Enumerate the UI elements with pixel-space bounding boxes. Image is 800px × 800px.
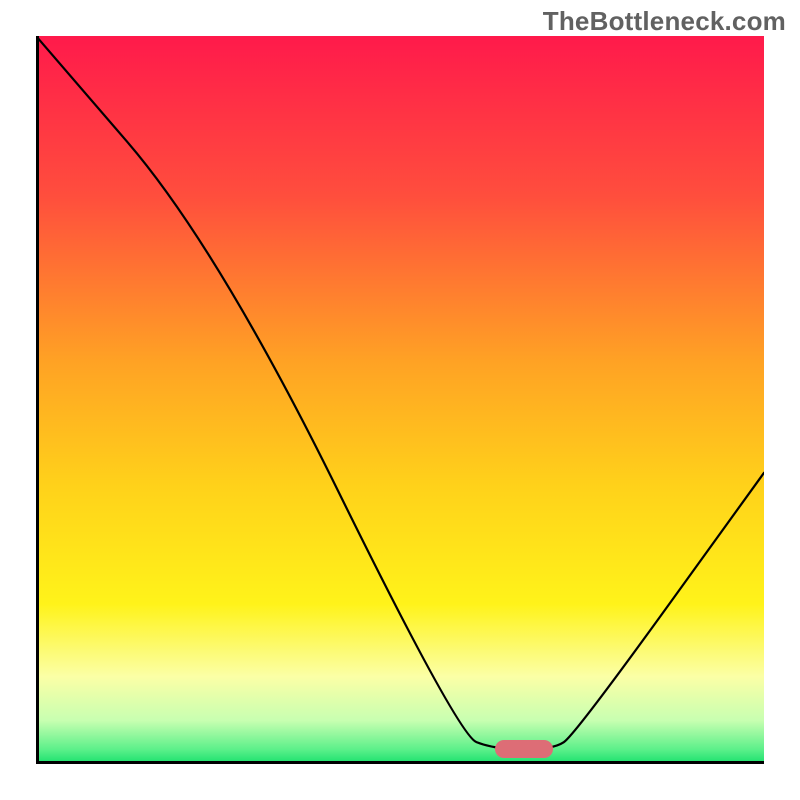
chart-container: { "watermark": "TheBottleneck.com", "cha…: [0, 0, 800, 800]
plot-area: [36, 36, 764, 764]
watermark-text: TheBottleneck.com: [543, 6, 786, 37]
curve-line: [36, 36, 764, 764]
optimal-range-marker: [495, 740, 553, 758]
curve-path: [36, 36, 764, 749]
